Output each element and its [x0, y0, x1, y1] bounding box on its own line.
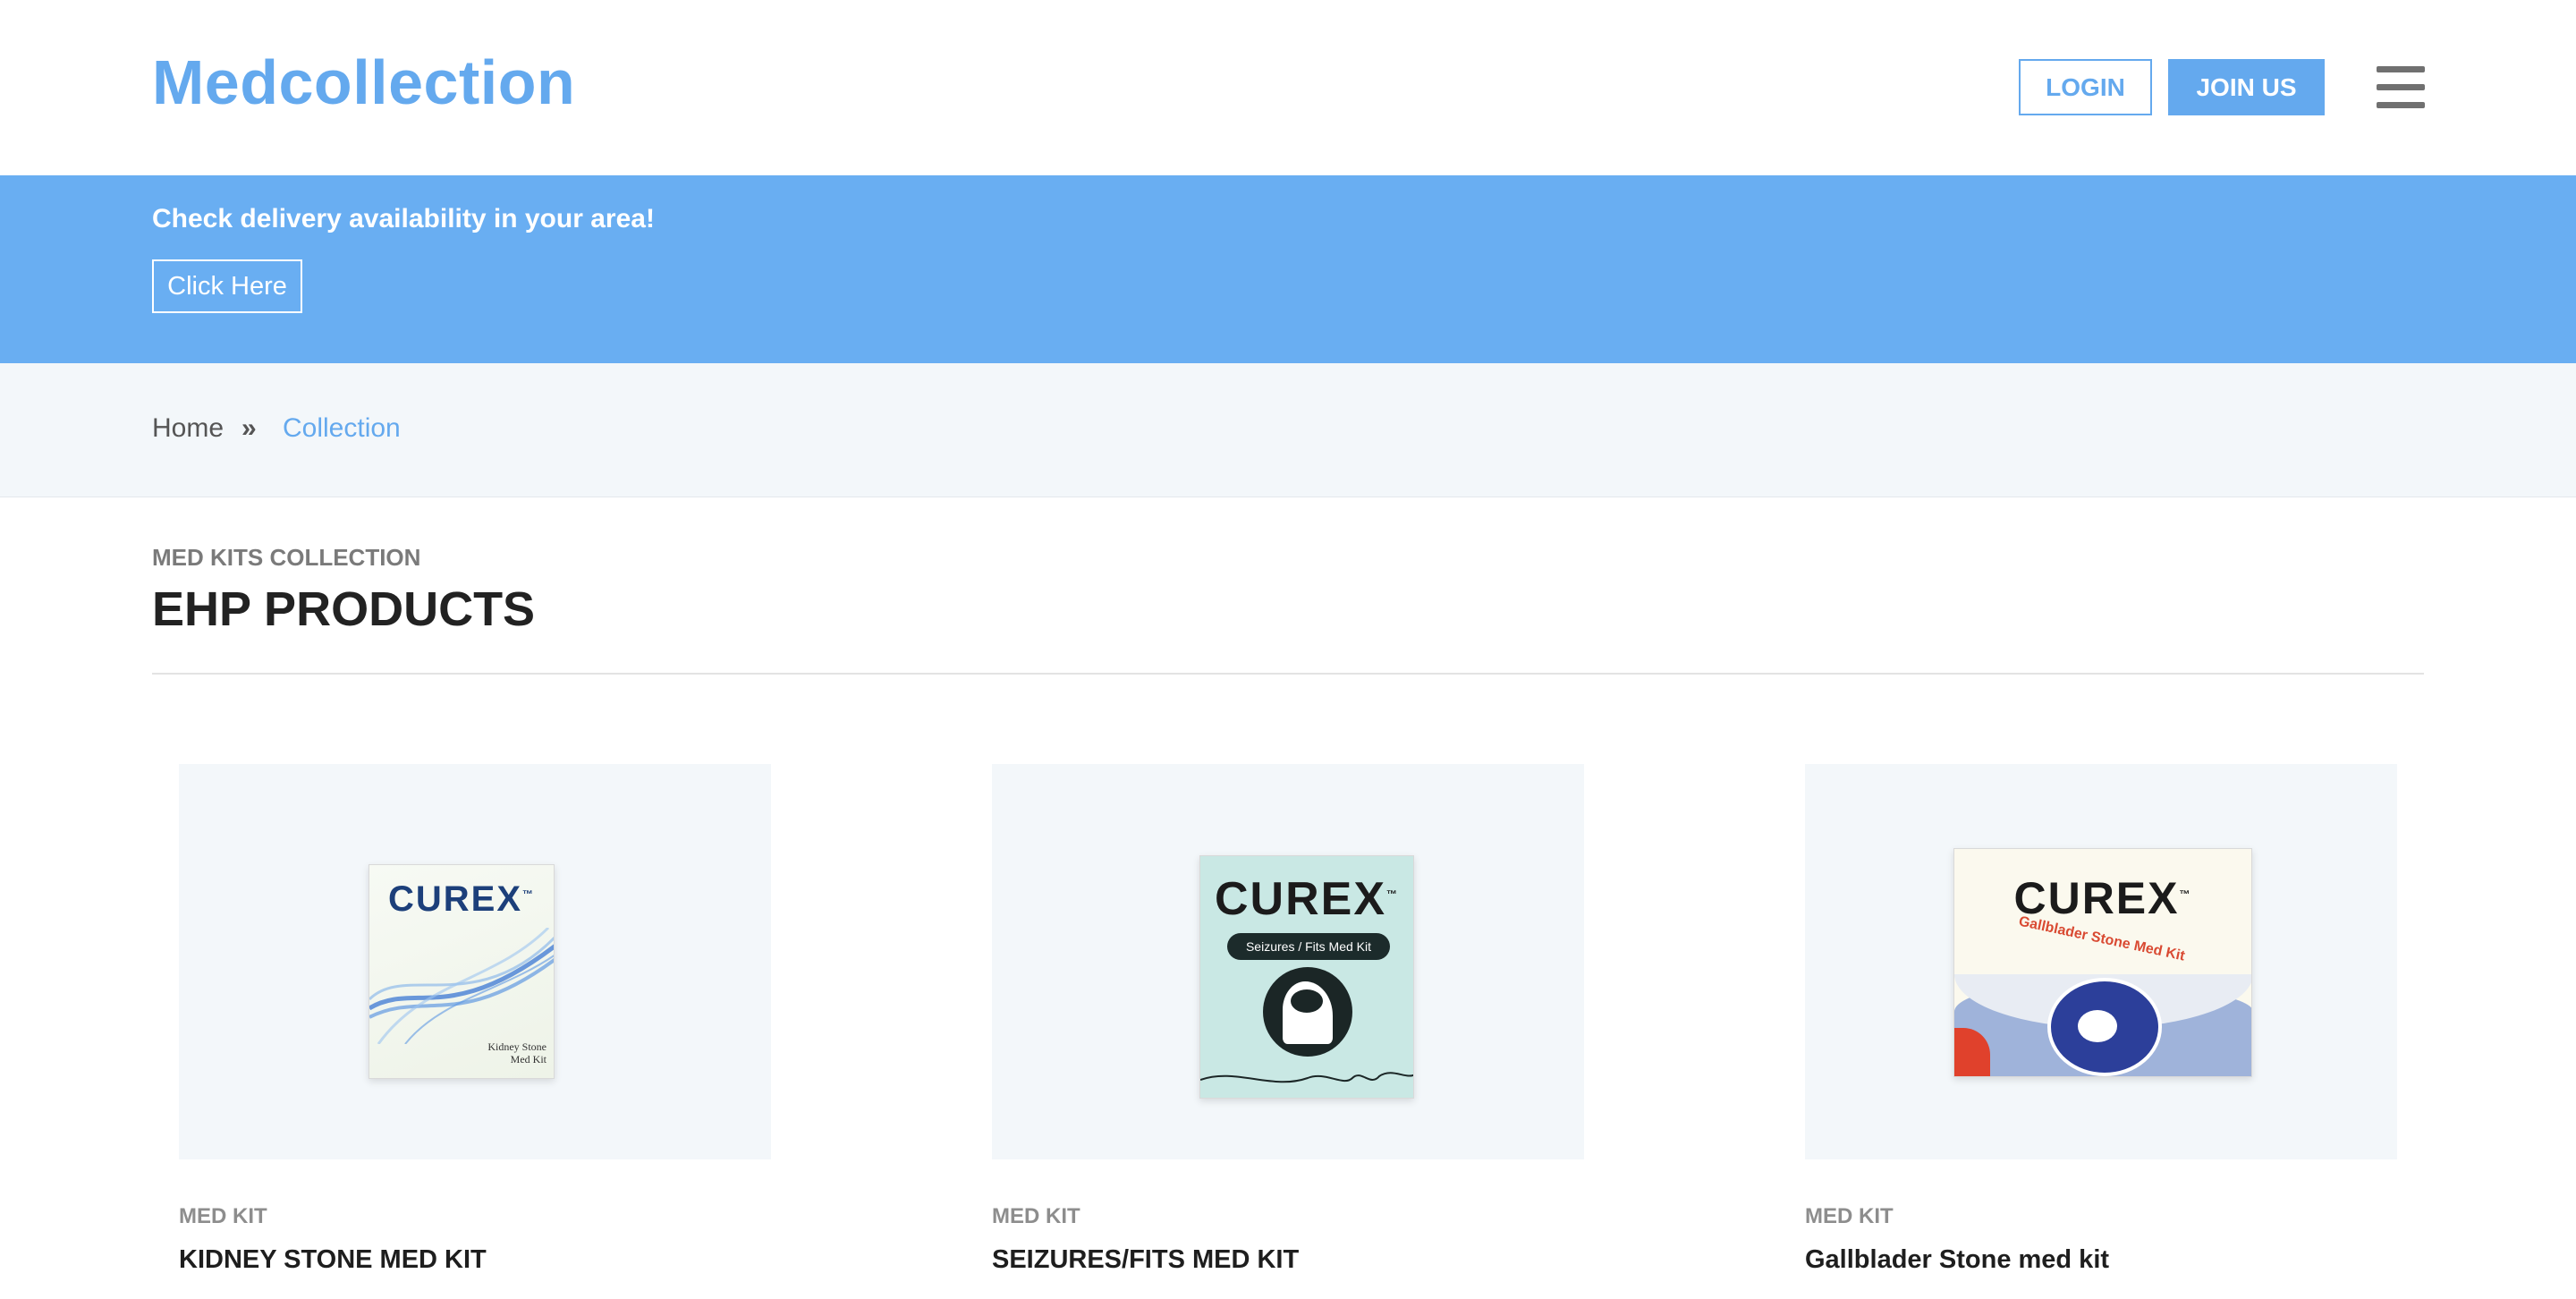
head-brain-icon: [1263, 967, 1352, 1057]
site-header: Medcollection LOGIN JOIN US: [0, 0, 2576, 175]
delivery-banner: Check delivery availability in your area…: [0, 175, 2576, 363]
product-card-seizures[interactable]: CUREX™ Seizures / Fits Med Kit MED KIT S…: [992, 764, 1584, 1274]
hamburger-menu-icon[interactable]: [2377, 66, 2425, 108]
section-kicker: MED KITS COLLECTION: [152, 544, 421, 571]
package-brand: CUREX™: [1214, 873, 1400, 925]
package-brand: CUREX™: [2013, 873, 2192, 923]
wave-graphic: [369, 928, 554, 1044]
double-chevron-right-icon: »: [242, 413, 257, 443]
product-package: CUREX™ Gallblader Stone Med Kit: [1953, 848, 2252, 1077]
squiggle-graphic: [1200, 1072, 1413, 1083]
package-label: Seizures / Fits Med Kit: [1227, 933, 1390, 960]
breadcrumb-home-link[interactable]: Home: [152, 413, 224, 444]
login-button[interactable]: LOGIN: [2019, 59, 2152, 115]
package-label: Kidney Stone Med Kit: [487, 1040, 547, 1066]
section-divider: [152, 673, 2424, 675]
product-card-kidney-stone[interactable]: CUREX™ Kidney Stone Med Kit MED KIT KIDNE…: [179, 764, 771, 1274]
package-brand: CUREX™: [387, 879, 536, 919]
check-delivery-button[interactable]: Click Here: [152, 259, 302, 313]
product-category: MED KIT: [1805, 1204, 1894, 1228]
page-title: EHP PRODUCTS: [152, 582, 536, 636]
product-category: MED KIT: [992, 1204, 1080, 1228]
product-category: MED KIT: [179, 1204, 267, 1228]
product-image[interactable]: CUREX™ Seizures / Fits Med Kit: [992, 764, 1584, 1159]
join-us-button[interactable]: JOIN US: [2168, 59, 2325, 115]
product-name[interactable]: SEIZURES/FITS MED KIT: [992, 1245, 1299, 1275]
site-logo[interactable]: Medcollection: [152, 47, 575, 118]
product-name[interactable]: Gallblader Stone med kit: [1805, 1245, 2109, 1275]
gallbladder-icon: [2047, 978, 2162, 1076]
product-image[interactable]: CUREX™ Gallblader Stone Med Kit: [1805, 764, 2397, 1159]
product-name[interactable]: KIDNEY STONE MED KIT: [179, 1245, 487, 1275]
breadcrumb-current: Collection: [283, 413, 401, 443]
product-card-gallbladder[interactable]: CUREX™ Gallblader Stone Med Kit MED KIT …: [1805, 764, 2397, 1274]
product-package: CUREX™ Kidney Stone Med Kit: [369, 864, 555, 1079]
delivery-banner-text: Check delivery availability in your area…: [152, 204, 655, 233]
product-image[interactable]: CUREX™ Kidney Stone Med Kit: [179, 764, 771, 1159]
product-package: CUREX™ Seizures / Fits Med Kit: [1199, 855, 1414, 1099]
breadcrumb: Home » Collection: [0, 363, 2576, 497]
